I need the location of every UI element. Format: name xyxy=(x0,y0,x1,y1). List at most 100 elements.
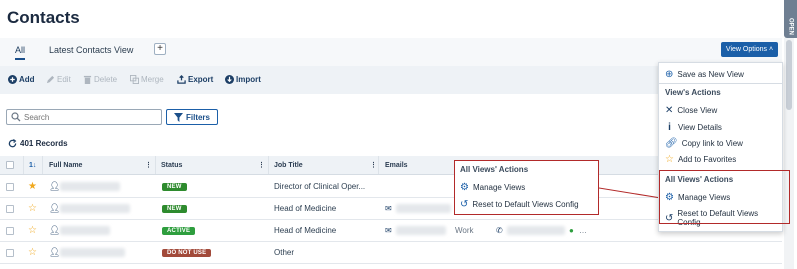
merge-button[interactable]: Merge xyxy=(130,75,164,84)
view-options-button[interactable]: View Options ˄ xyxy=(721,42,778,57)
email-icon: ✉ xyxy=(385,204,392,213)
sort-indicator[interactable]: 1↓ xyxy=(29,156,36,174)
link-icon: 🔗︎ xyxy=(665,138,678,149)
search-icon xyxy=(11,112,21,122)
edit-label: Edit xyxy=(57,75,71,84)
delete-button[interactable]: Delete xyxy=(83,75,117,84)
records-count: 401 Records xyxy=(8,139,68,148)
records-label: 401 Records xyxy=(20,139,68,148)
scrollbar-thumb[interactable] xyxy=(786,40,792,110)
copy-link-label: Copy link to View xyxy=(681,139,743,148)
job-title-value: Director of Clinical Oper... xyxy=(274,182,366,191)
refresh-icon[interactable] xyxy=(8,139,17,148)
callout-reset-label: Reset to Default Views Config xyxy=(472,200,579,209)
views-actions-heading: View's Actions xyxy=(665,88,721,97)
merge-icon xyxy=(130,75,139,84)
menu-copy-link[interactable]: 🔗︎ Copy link to View xyxy=(665,138,743,149)
more-icon[interactable]: … xyxy=(579,220,587,241)
status-badge: NEW xyxy=(162,176,187,197)
filters-button[interactable]: Filters xyxy=(166,109,218,125)
person-icon: 👤︎ xyxy=(49,203,61,213)
table-row[interactable]: ☆ 👤︎ DO NOT USE Other xyxy=(0,242,782,264)
tab-all[interactable]: All xyxy=(15,45,26,60)
star-outline-icon[interactable]: ☆ xyxy=(28,242,37,263)
row-checkbox[interactable] xyxy=(6,220,14,241)
person-icon: 👤︎ xyxy=(49,247,61,257)
column-menu-icon[interactable]: ⋮ xyxy=(258,156,265,174)
save-as-new-label: Save as New View xyxy=(677,70,744,79)
row-checkbox[interactable] xyxy=(6,242,14,263)
search-input[interactable] xyxy=(6,109,162,125)
column-status[interactable]: Status xyxy=(161,156,182,174)
column-full-name[interactable]: Full Name xyxy=(49,156,82,174)
callout-title: All Views' Actions xyxy=(460,165,529,174)
pencil-icon xyxy=(46,75,55,84)
merge-label: Merge xyxy=(141,75,164,84)
add-view-tab-button[interactable]: + xyxy=(154,43,166,55)
full-name-value[interactable] xyxy=(60,220,110,241)
verified-check-icon: ● xyxy=(569,226,574,235)
info-icon: i xyxy=(668,122,671,133)
status-badge: DO NOT USE xyxy=(162,242,212,263)
filters-label: Filters xyxy=(185,112,210,122)
job-title-value: Head of Medicine xyxy=(274,204,337,213)
export-button[interactable]: Export xyxy=(177,75,213,84)
menu-add-to-favorites[interactable]: ☆ Add to Favorites xyxy=(665,154,736,165)
person-icon: 👤︎ xyxy=(49,225,61,235)
export-icon xyxy=(177,75,186,84)
all-views-actions-highlight xyxy=(659,170,790,224)
close-view-label: Close View xyxy=(677,106,718,115)
menu-close-view[interactable]: ✕ Close View xyxy=(665,105,717,116)
phone-icon: ✆ xyxy=(496,226,503,235)
star-filled-icon[interactable]: ★ xyxy=(28,176,37,197)
email-icon: ✉ xyxy=(385,226,392,235)
column-menu-icon[interactable]: ⋮ xyxy=(145,156,152,174)
job-title-value: Head of Medicine xyxy=(274,226,337,235)
full-name-value[interactable] xyxy=(60,176,120,197)
full-name-value[interactable] xyxy=(60,242,125,263)
export-label: Export xyxy=(188,75,214,84)
phone-type-value: Work xyxy=(455,226,474,235)
status-badge: ACTIVE xyxy=(162,220,196,241)
column-job-title[interactable]: Job Title xyxy=(274,156,303,174)
open-panel-tab[interactable]: OPEN xyxy=(784,0,797,38)
edit-button[interactable]: Edit xyxy=(46,75,71,84)
tab-latest-contacts-view[interactable]: Latest Contacts View xyxy=(49,45,133,55)
import-button[interactable]: Import xyxy=(225,75,261,84)
person-icon: 👤︎ xyxy=(49,181,61,191)
plus-circle-icon: ⊕ xyxy=(665,69,674,80)
select-all-checkbox[interactable] xyxy=(6,156,14,174)
import-label: Import xyxy=(236,75,261,84)
star-outline-icon[interactable]: ☆ xyxy=(28,198,37,219)
email-value[interactable] xyxy=(396,198,451,219)
callout-manage-label: Manage Views xyxy=(472,183,526,192)
phone-value[interactable] xyxy=(507,220,565,241)
column-menu-icon[interactable]: ⋮ xyxy=(370,156,377,174)
add-button[interactable]: Add xyxy=(8,75,35,84)
import-icon xyxy=(225,75,234,84)
row-checkbox[interactable] xyxy=(6,176,14,197)
job-title-value: Other xyxy=(274,248,295,257)
star-outline-icon[interactable]: ☆ xyxy=(28,220,37,241)
callout-reset-views[interactable]: ↺ Reset to Default Views Config xyxy=(460,199,579,210)
add-label: Add xyxy=(19,75,35,84)
star-outline-icon: ☆ xyxy=(665,154,674,165)
callout-connector-line xyxy=(599,187,661,199)
gear-icon: ⚙ xyxy=(460,182,469,193)
view-details-label: View Details xyxy=(678,123,722,132)
trash-icon xyxy=(83,75,92,84)
column-emails[interactable]: Emails xyxy=(385,156,408,174)
funnel-icon xyxy=(173,112,183,122)
menu-view-details[interactable]: i View Details xyxy=(665,122,722,133)
full-name-value[interactable] xyxy=(60,198,130,219)
menu-save-as-new-view[interactable]: ⊕ Save as New View xyxy=(665,69,744,80)
row-checkbox[interactable] xyxy=(6,198,14,219)
email-value[interactable] xyxy=(396,220,446,241)
reset-icon: ↺ xyxy=(460,199,469,210)
plus-circle-icon xyxy=(8,75,17,84)
callout-manage-views[interactable]: ⚙ Manage Views xyxy=(460,182,525,193)
add-favorites-label: Add to Favorites xyxy=(677,155,737,164)
page-title: Contacts xyxy=(7,8,80,27)
open-tab-label: OPEN xyxy=(787,17,794,35)
status-badge: NEW xyxy=(162,198,187,219)
